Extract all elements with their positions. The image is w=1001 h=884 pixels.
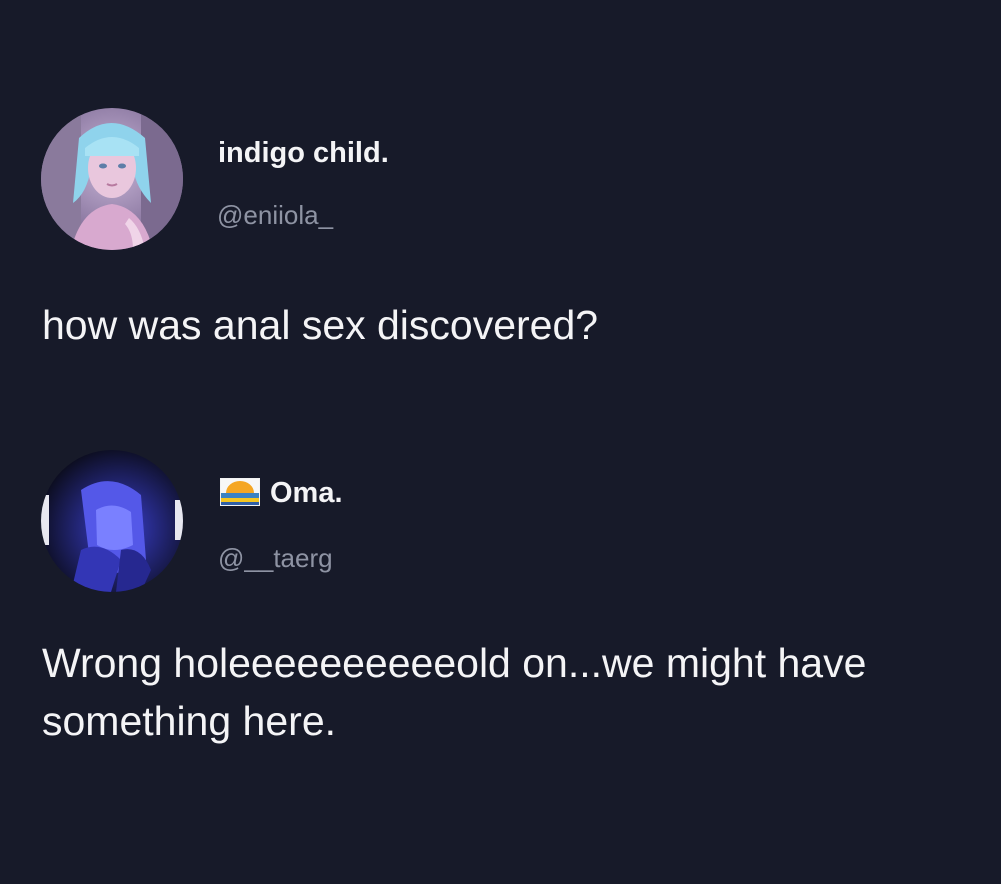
- user-handle[interactable]: @eniiola_: [217, 200, 333, 231]
- anime-girl-avatar-icon[interactable]: [41, 108, 183, 250]
- sunset-flag-icon: [220, 478, 260, 506]
- display-name[interactable]: indigo child.: [218, 137, 389, 170]
- user-handle[interactable]: @__taerg: [218, 543, 333, 574]
- tweet-text: Wrong holeeeeeeeeeeold on...we might hav…: [42, 640, 867, 744]
- tweet-text: how was anal sex discovered?: [42, 302, 599, 348]
- dark-blue-character-avatar-icon[interactable]: [41, 450, 183, 592]
- display-name[interactable]: Oma.: [270, 477, 343, 510]
